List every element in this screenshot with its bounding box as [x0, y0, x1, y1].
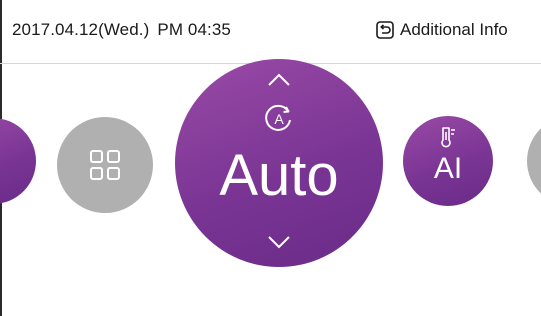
auto-mode-icon: A: [265, 104, 291, 131]
additional-info-button[interactable]: Additional Info: [376, 18, 508, 42]
app-screen: 2017.04.12(Wed.) PM 04:35 Additional Info: [0, 0, 541, 316]
previous-mode-button[interactable]: [0, 118, 36, 204]
date-text: 2017.04.12(Wed.): [12, 20, 150, 39]
current-mode-button[interactable]: A Auto: [175, 59, 383, 267]
menu-button[interactable]: [57, 117, 153, 213]
return-icon: [376, 21, 394, 39]
thermometer-icon: [441, 127, 455, 148]
chevron-down-icon[interactable]: [267, 235, 291, 249]
grid-icon: [90, 150, 120, 180]
chevron-up-icon[interactable]: [267, 73, 291, 87]
ai-mode-label: AI: [433, 152, 463, 185]
svg-text:A: A: [274, 111, 284, 127]
status-bar: 2017.04.12(Wed.) PM 04:35 Additional Info: [0, 0, 541, 64]
additional-info-label: Additional Info: [400, 20, 508, 39]
time-text: PM 04:35: [157, 20, 231, 39]
date-time-display: 2017.04.12(Wed.) PM 04:35: [12, 20, 231, 40]
next-mode-button[interactable]: [527, 116, 541, 206]
ai-mode-button[interactable]: AI: [403, 116, 493, 206]
current-mode-label: Auto: [219, 143, 339, 208]
